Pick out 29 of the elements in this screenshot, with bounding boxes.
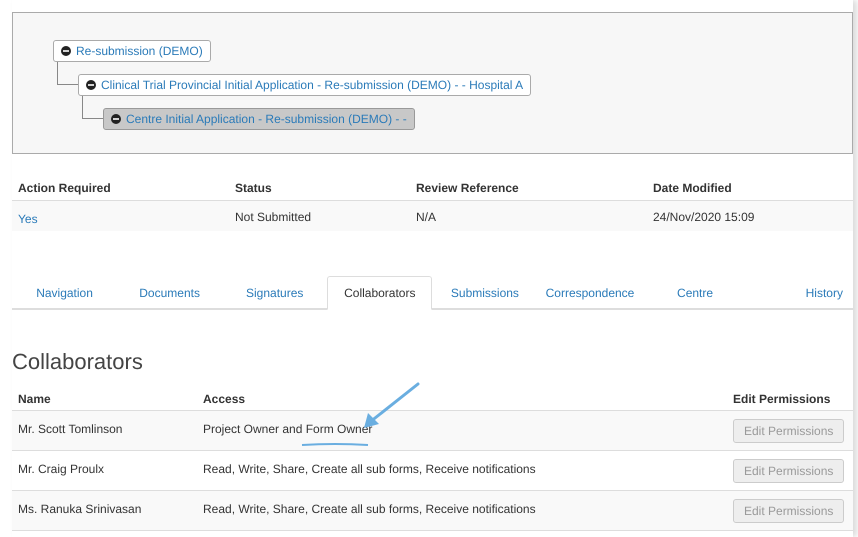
- table-cell-text: Mr. Craig Proulx: [17, 461, 106, 478]
- table-cell-text: Ms. Ranuka Srinivasan: [17, 501, 142, 518]
- section-title: Collaborators: [12, 349, 144, 375]
- table-cell: Read, Write, Share, Create all sub forms, Receive notifications: [203, 462, 536, 476]
- tab[interactable]: History: [748, 276, 853, 310]
- tab[interactable]: Documents: [117, 276, 222, 310]
- table-cell: Project Owner and Form Owner: [203, 422, 372, 436]
- tab[interactable]: Collaborators: [327, 276, 432, 310]
- tree-node[interactable]: Centre Initial Application - Re-submission (DEMO) - -: [103, 108, 415, 130]
- table-cell: 24/Nov/2020 15:09: [653, 210, 754, 224]
- column-header: Name: [17, 390, 52, 408]
- tab[interactable]: Signatures: [222, 276, 328, 310]
- tab[interactable]: Centre: [642, 276, 748, 310]
- table-cell: Not Submitted: [235, 210, 312, 224]
- table-cell: Read, Write, Share, Create all sub forms, Receive notifications: [203, 502, 536, 516]
- table-cell: N/A: [416, 210, 436, 224]
- tab[interactable]: Navigation: [12, 276, 118, 310]
- table-cell-text: Mr. Scott Tomlinson: [17, 421, 124, 438]
- collapse-icon[interactable]: [61, 46, 71, 56]
- tree-node[interactable]: Re-submission (DEMO): [53, 40, 211, 62]
- tab[interactable]: Correspondence: [537, 276, 643, 310]
- tab[interactable]: Submissions: [432, 276, 538, 310]
- tree-node[interactable]: Clinical Trial Provincial Initial Application - Re-submission (DEMO) - - Hospital A: [78, 74, 532, 96]
- column-header: Access: [203, 390, 246, 408]
- collapse-icon[interactable]: [111, 114, 121, 124]
- collapse-icon[interactable]: [86, 80, 96, 90]
- action-link[interactable]: Yes: [18, 210, 38, 228]
- column-header: Edit Permissions: [733, 390, 830, 408]
- annotation-underline: [301, 443, 369, 447]
